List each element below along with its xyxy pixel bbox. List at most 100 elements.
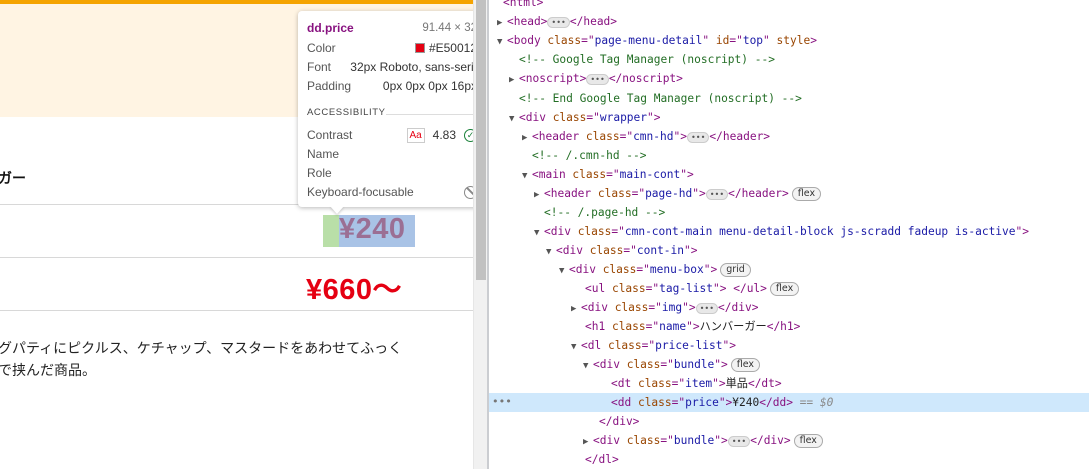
dom-node[interactable]: ▶ <head> ••• </head> <box>489 12 1089 31</box>
dom-token: class <box>626 434 661 447</box>
dom-node[interactable]: ▼ <div class="wrapper"> <box>489 108 1089 127</box>
tooltip-name-label: Name <box>307 147 340 161</box>
dom-token: page-menu-detail <box>594 34 703 47</box>
tooltip-role-label: Role <box>307 166 332 180</box>
collapsed-ellipsis-icon[interactable]: ••• <box>547 16 570 28</box>
dom-node[interactable]: <dt class="item">単品</dt> <box>489 374 1089 393</box>
dom-token: price <box>685 396 719 409</box>
dom-token: <header <box>532 130 586 143</box>
dom-token: class <box>637 396 672 409</box>
dom-token: =" <box>586 111 600 124</box>
dom-token: <body <box>507 34 548 47</box>
dom-token: "> <box>680 168 694 181</box>
dom-token: <noscript> <box>519 72 587 85</box>
dom-node-selected[interactable]: <dd class="price">¥240</dd> == $0 <box>489 393 1089 412</box>
dom-token: <header <box>544 187 598 200</box>
dom-token: =" <box>660 434 674 447</box>
dom-node[interactable]: <html> <box>489 0 1089 12</box>
padding-highlight <box>323 215 339 247</box>
dom-token: </header> <box>709 130 771 143</box>
check-circle-icon: ✓ <box>464 128 473 142</box>
tooltip-arrow <box>330 206 344 214</box>
dom-token: =" <box>581 34 595 47</box>
layout-badge[interactable]: flex <box>791 187 822 201</box>
dom-token: " <box>702 34 716 47</box>
dom-token: item <box>685 377 713 390</box>
tooltip-padding-label: Padding <box>307 79 352 93</box>
dom-token: "> </ul> <box>713 282 767 295</box>
collapsed-ellipsis-icon[interactable]: ••• <box>727 435 751 447</box>
dom-token: <!-- /.page-hd --> <box>544 206 666 219</box>
dom-node[interactable]: ▶ <header class="cmn-hd"> ••• </header> <box>489 127 1089 146</box>
dom-node[interactable]: ▼ <dl class="price-list"> <box>489 336 1089 355</box>
dom-token: </dd> <box>759 396 793 409</box>
dom-node[interactable]: <!-- Google Tag Manager (noscript) --> <box>489 50 1089 69</box>
dom-token: =" <box>671 377 686 390</box>
collapsed-ellipsis-icon[interactable]: ••• <box>695 302 719 314</box>
dom-node[interactable]: <!-- End Google Tag Manager (noscript) -… <box>489 89 1089 108</box>
dom-token: "> <box>703 263 718 276</box>
collapsed-ellipsis-icon[interactable]: ••• <box>586 73 609 85</box>
dom-node[interactable]: <h1 class="name">ハンバーガー</h1> <box>489 317 1089 336</box>
dom-node[interactable]: ▶ <div class="bundle"> ••• </div> flex <box>489 431 1089 450</box>
dom-token: </header> <box>728 187 789 200</box>
tooltip-contrast-label: Contrast <box>307 128 353 142</box>
collapsed-ellipsis-icon[interactable]: ••• <box>686 131 710 143</box>
dom-token: <div <box>519 111 553 124</box>
layout-badge[interactable]: flex <box>769 282 800 296</box>
dom-token: "> <box>1015 225 1029 238</box>
dom-node[interactable]: ▼ <div class="menu-box"> grid <box>489 260 1089 279</box>
layout-badge[interactable]: flex <box>793 434 823 448</box>
scrollbar-thumb[interactable] <box>476 0 486 280</box>
dom-token: <div <box>581 301 615 314</box>
layout-badge[interactable]: flex <box>730 358 761 372</box>
dom-node[interactable]: ▶ <header class="page-hd"> ••• </header> fle… <box>489 184 1089 203</box>
dom-token: cont-in <box>636 244 685 257</box>
dom-node[interactable]: ▶ <div class="img"> ••• </div> <box>489 298 1089 317</box>
contrast-sample-badge: Aa <box>406 127 425 143</box>
dom-node[interactable]: <!-- /.page-hd --> <box>489 203 1089 222</box>
collapsed-ellipsis-icon[interactable]: ••• <box>705 188 729 200</box>
dom-node[interactable]: ▼ <body class="page-menu-detail" id="top"… <box>489 31 1089 50</box>
divider <box>0 310 473 311</box>
dom-token: "> <box>718 396 733 409</box>
dom-token: </dt> <box>747 377 782 390</box>
dom-token: <div <box>593 434 627 447</box>
tooltip-keyboard-label: Keyboard-focusable <box>307 185 414 199</box>
dom-token: </div> <box>599 415 640 428</box>
dom-token: =" <box>611 225 625 238</box>
dom-node[interactable]: ▼ <div class="cmn-cont-main menu-detail-b… <box>489 222 1089 241</box>
dom-node[interactable]: </div> <box>489 412 1089 431</box>
dom-token: <div <box>593 358 627 371</box>
layout-badge[interactable]: grid <box>720 263 751 277</box>
dom-token: class <box>547 34 582 47</box>
dom-token: class <box>611 320 646 333</box>
more-options-icon[interactable]: ••• <box>492 395 512 408</box>
dom-token: <main <box>532 168 573 181</box>
divider <box>386 114 473 115</box>
dom-node[interactable]: ▼ <main class="main-cont"> <box>489 165 1089 184</box>
dom-token: <ul <box>585 282 612 295</box>
dom-token: "> <box>692 187 706 200</box>
dom-token: class <box>552 111 587 124</box>
dom-token: 単品 <box>725 377 748 390</box>
dom-token: class <box>607 339 642 352</box>
expand-triangle-icon[interactable]: ▶ <box>509 71 519 90</box>
dom-node[interactable]: <!-- /.cmn-hd --> <box>489 146 1089 165</box>
dom-token: class <box>585 130 620 143</box>
dom-node[interactable]: ▼ <div class="bundle"> flex <box>489 355 1089 374</box>
dom-token: "> <box>712 377 726 390</box>
dom-node[interactable]: ▼ <div class="cont-in"> <box>489 241 1089 260</box>
dom-token: menu-box <box>649 263 704 276</box>
dom-token: cmn-hd <box>633 130 674 143</box>
dom-node[interactable]: <ul class="tag-list"> </ul> flex <box>489 279 1089 298</box>
dom-token: "> <box>722 339 736 352</box>
page-scrollbar[interactable] <box>473 0 487 469</box>
dom-token: == $0 <box>792 396 834 409</box>
dom-node[interactable]: </dl> <box>489 450 1089 469</box>
dom-node[interactable]: ▶ <noscript> ••• </noscript> <box>489 69 1089 88</box>
dom-token: "> <box>682 301 696 314</box>
dom-token: ¥240 <box>732 396 760 409</box>
dom-token: "> <box>686 320 700 333</box>
dom-token: class <box>602 263 637 276</box>
